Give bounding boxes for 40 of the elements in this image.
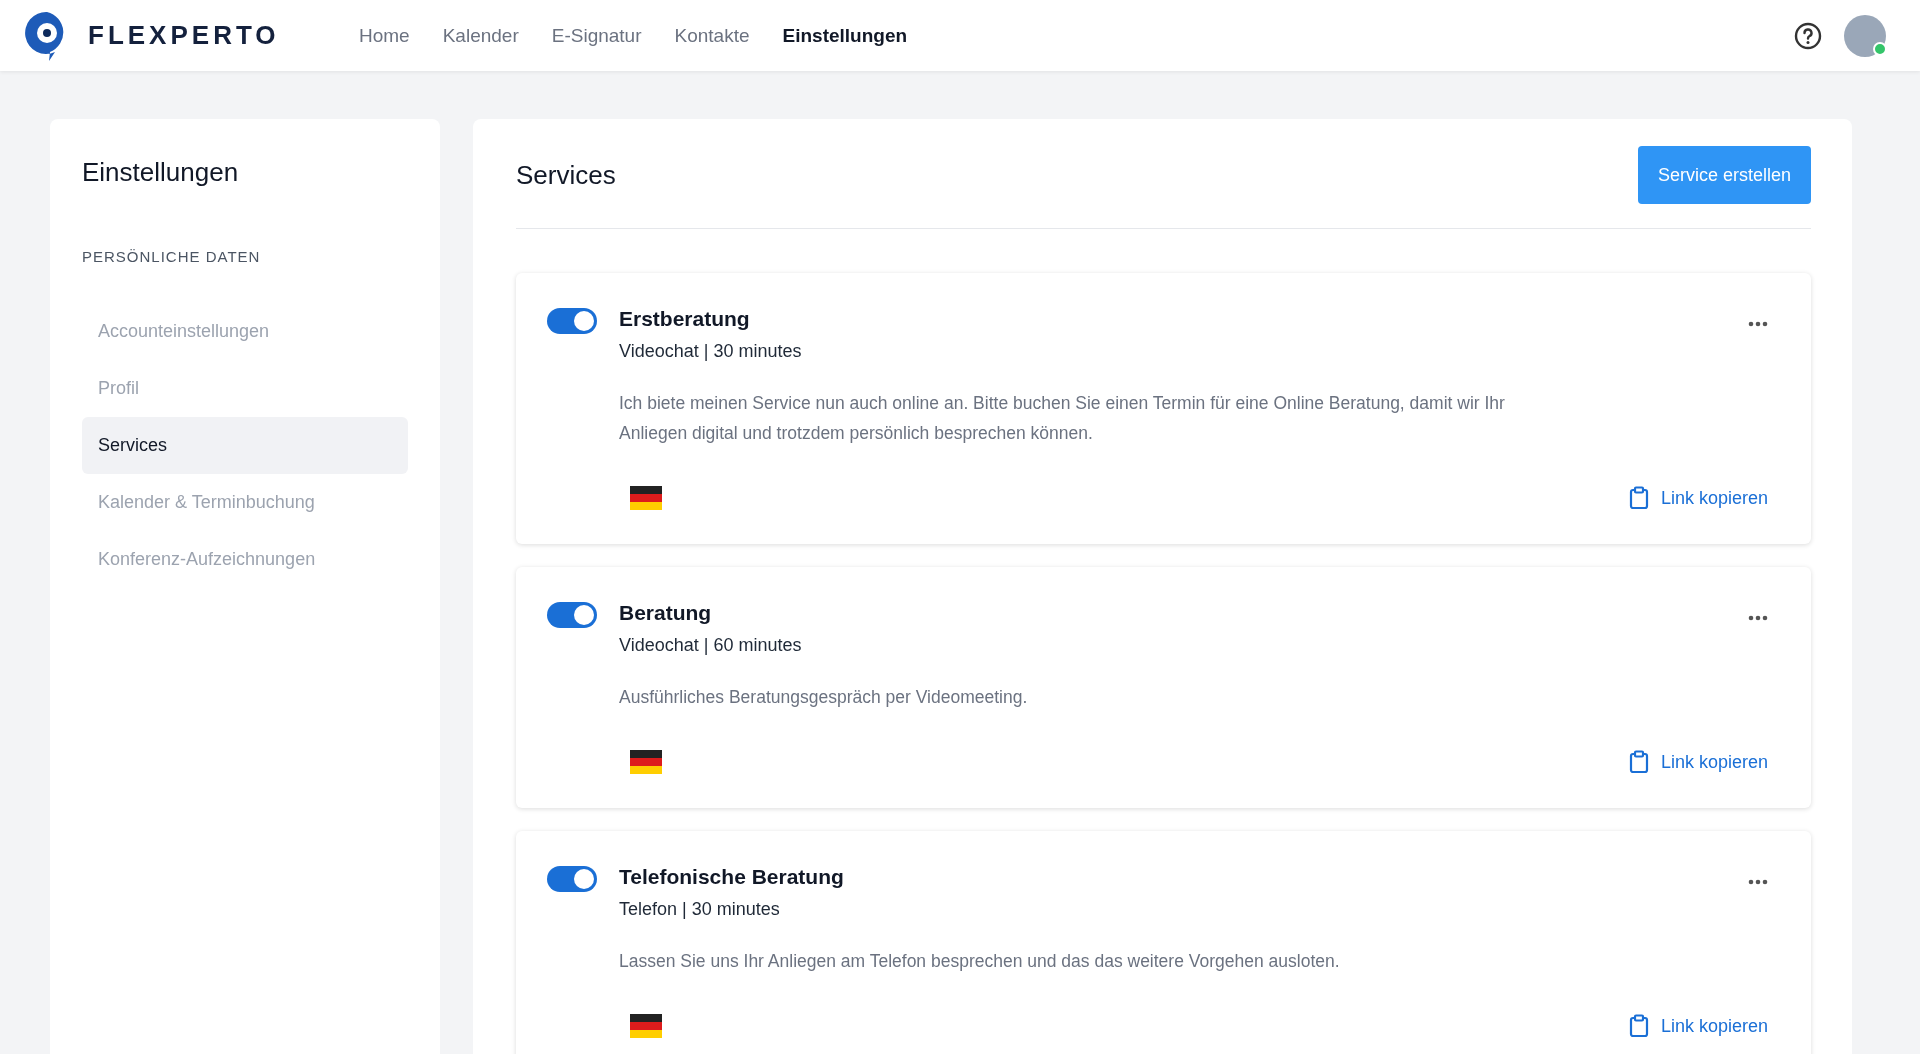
sidebar-item[interactable]: Accounteinstellungen [82,303,408,360]
nav-link[interactable]: Einstellungen [782,24,908,47]
clipboard-icon [1628,486,1649,510]
flag-icon [630,1014,662,1038]
toggle-switch[interactable] [547,866,597,892]
copy-link[interactable]: Link kopieren [1628,750,1768,774]
service-description: Ich biete meinen Service nun auch online an. Bitte buchen Sie einen Termin für eine Online Beratung, damit wir Ihr Anliegen digital und trotzdem persönlich besprechen können. [619,392,1506,445]
service-meta: Telefon | 30 minutes [619,899,781,920]
service-description: Ausführliches Beratungsgespräch per Videomeeting. [619,686,1029,709]
section-heading: PERSÖNLICHE DATEN [82,248,262,265]
service-name: Erstberatung [619,307,751,331]
create-service-button[interactable]: Service erstellen [1637,146,1811,204]
sidebar-item[interactable]: Kalender & Terminbuchung [82,474,408,531]
page-title: Services [516,159,616,191]
clipboard-icon [1628,1014,1649,1038]
service-name: Telefonische Beratung [619,865,845,889]
clipboard-icon [1628,750,1649,774]
nav-link[interactable]: Kalender [442,24,519,47]
more-icon[interactable] [1748,879,1768,885]
toggle-switch[interactable] [547,308,597,334]
nav-link[interactable]: Kontakte [674,24,750,47]
service-name: Beratung [619,601,713,625]
nav-link[interactable]: Home [359,24,410,47]
sidebar-item[interactable]: Konferenz-Aufzeichnungen [82,531,408,588]
copy-link[interactable]: Link kopieren [1628,486,1768,510]
toggle-switch[interactable] [547,602,597,628]
sidebar-item[interactable]: Profil [82,360,408,417]
more-icon[interactable] [1748,615,1768,621]
brand-name: FLEXPERTO [88,20,280,51]
service-meta: Videochat | 60 minutes [619,635,803,656]
sidebar-title: Einstellungen [82,157,240,188]
sidebar-item[interactable]: Services [82,417,408,474]
nav-link[interactable]: E-Signatur [551,24,642,47]
service-meta: Videochat | 30 minutes [619,341,803,362]
flag-icon [630,750,662,774]
flag-icon [630,486,662,510]
copy-link[interactable]: Link kopieren [1628,1014,1768,1038]
more-icon[interactable] [1748,321,1768,327]
help-icon[interactable] [1794,21,1822,50]
service-description: Lassen Sie uns Ihr Anliegen am Telefon besprechen und das das weitere Vorgehen ausloten. [619,950,1341,973]
